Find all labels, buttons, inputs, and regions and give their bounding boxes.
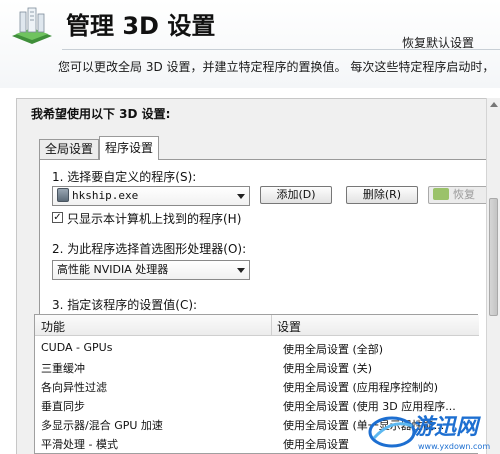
scrollbar-thumb[interactable] <box>489 198 498 316</box>
feature-cell: CUDA - GPUs <box>41 341 113 354</box>
page-description: 您可以更改全局 3D 设置，并建立特定程序的置换值。 每次这些特定程序启动时，都 <box>58 60 494 74</box>
header-divider <box>62 49 500 50</box>
table-row[interactable]: 各向异性过滤 使用全局设置 (应用程序控制的) <box>35 377 479 396</box>
graphics-processor-select[interactable]: 高性能 NVIDIA 处理器 <box>52 260 250 280</box>
add-program-button[interactable]: 添加(D) <box>260 186 332 204</box>
graphics-processor-select-value: 高性能 NVIDIA 处理器 <box>57 263 169 276</box>
restore-button-label: 恢复 <box>453 188 475 201</box>
table-row[interactable]: 三重缓冲 使用全局设置 (关) <box>35 358 479 377</box>
chevron-down-icon <box>237 194 245 199</box>
setting-cell: 使用全局设置 (关) <box>283 362 373 375</box>
scroll-up-arrow-icon[interactable] <box>490 102 498 107</box>
page-title: 管理 3D 设置 <box>66 12 216 40</box>
table-header: 功能 设置 <box>35 315 479 336</box>
restore-program-button[interactable]: 恢复 <box>428 186 490 204</box>
setting-cell: 使用全局设置 (应用程序控制的) <box>283 381 439 394</box>
step2-label: 2. 为此程序选择首选图形处理器(O): <box>52 242 247 256</box>
watermark-url: www.yxdown.com <box>418 442 490 451</box>
application-icon <box>57 188 69 202</box>
tab-program-settings[interactable]: 程序设置 <box>99 136 160 160</box>
nvidia-icon <box>433 188 449 200</box>
delete-program-button[interactable]: 删除(R) <box>346 186 418 204</box>
feature-cell: 垂直同步 <box>41 400 85 413</box>
feature-cell: 多显示器/混合 GPU 加速 <box>41 419 163 432</box>
setting-cell: 使用全局设置 (全部) <box>283 343 384 356</box>
program-select-value: hkship.exe <box>72 189 139 202</box>
step3-label: 3. 指定该程序的设置值(C): <box>52 298 198 312</box>
show-only-found-checkbox[interactable]: ✓ <box>52 212 63 223</box>
feature-cell: 平滑处理 - 模式 <box>41 438 118 451</box>
setting-cell: 使用全局设置 <box>283 438 349 451</box>
feature-cell: 三重缓冲 <box>41 362 85 375</box>
page-header: 管理 3D 设置 恢复默认设置 您可以更改全局 3D 设置，并建立特定程序的置换… <box>0 0 500 88</box>
vertical-scrollbar[interactable] <box>486 98 500 454</box>
panel-heading: 我希望使用以下 3D 设置: <box>31 107 171 121</box>
program-select[interactable]: hkship.exe <box>52 186 250 206</box>
feature-cell: 各向异性过滤 <box>41 381 107 394</box>
chevron-down-icon <box>237 268 245 273</box>
column-divider <box>271 315 272 336</box>
table-row[interactable]: CUDA - GPUs 使用全局设置 (全部) <box>35 339 479 358</box>
3d-settings-logo-icon <box>12 7 52 44</box>
column-header-setting[interactable]: 设置 <box>277 318 301 335</box>
yxdown-watermark-logo: 游迅网 www.yxdown.com <box>368 415 490 451</box>
show-only-found-label: 只显示本计算机上找到的程序(H) <box>67 212 242 226</box>
column-header-feature[interactable]: 功能 <box>41 318 65 335</box>
watermark-brand: 游迅网 <box>412 415 481 440</box>
step1-label: 1. 选择要自定义的程序(S): <box>52 170 197 184</box>
tab-global-settings[interactable]: 全局设置 <box>39 139 100 159</box>
